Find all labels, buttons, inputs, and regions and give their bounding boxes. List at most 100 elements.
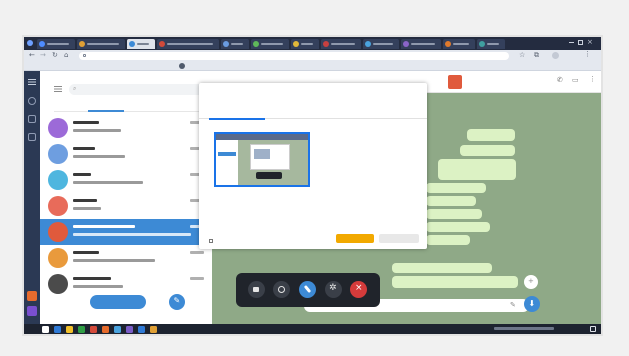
maximize-icon[interactable] [578, 40, 583, 45]
taskbar-app-icon[interactable] [126, 325, 133, 333]
chat-preview [73, 155, 125, 158]
message-bubble [438, 159, 516, 180]
folder-icon[interactable] [28, 115, 36, 123]
scroll-down-button[interactable]: + [524, 275, 538, 289]
voice-message-button[interactable]: ⬇ [524, 296, 540, 312]
folder-tabs [54, 100, 212, 112]
hamburger-menu-icon[interactable] [28, 79, 36, 81]
chat-list-item[interactable] [40, 193, 212, 219]
avatar [48, 144, 68, 164]
notifications-icon[interactable] [590, 326, 596, 332]
share-audio-checkbox[interactable] [209, 239, 213, 243]
archive-icon[interactable] [28, 133, 36, 141]
lock-icon [83, 54, 86, 57]
end-call-icon: × [355, 283, 363, 293]
settings-button[interactable]: ✲ [325, 281, 342, 298]
chat-time [190, 277, 204, 280]
browser-tab[interactable] [443, 39, 475, 49]
call-icon[interactable]: ✆ [557, 76, 563, 84]
sidebar-toggle-icon[interactable]: ▭ [572, 76, 579, 84]
attach-icon[interactable]: ✎ [510, 301, 516, 309]
tab-title [231, 43, 243, 45]
chat-list-item[interactable] [40, 219, 212, 245]
microphone-button[interactable] [299, 281, 316, 298]
message-bubble [426, 196, 476, 206]
browser-tab[interactable] [291, 39, 319, 49]
taskbar-app-icon[interactable] [54, 325, 61, 333]
camera-button[interactable] [248, 281, 265, 298]
forward-icon[interactable]: → [40, 51, 46, 59]
screen-preview-thumbnail[interactable] [214, 132, 310, 187]
chat-name [73, 147, 95, 150]
browser-tab[interactable] [221, 39, 249, 49]
chat-preview [73, 259, 155, 262]
tab-title [47, 43, 69, 45]
minimize-icon[interactable] [569, 42, 574, 43]
compose-button[interactable]: ✎ [169, 294, 185, 310]
taskbar-app-icon[interactable] [66, 325, 73, 333]
dialog-tab-underline [209, 118, 265, 120]
browser-tab[interactable] [251, 39, 289, 49]
recording-app-icon[interactable] [27, 291, 37, 301]
tab-favicon-icon [403, 41, 409, 47]
search-input[interactable]: ⌕ [69, 84, 209, 95]
browser-tab[interactable] [37, 39, 75, 49]
thumbnail-selected-chat [218, 152, 236, 156]
all-chats-icon[interactable] [28, 97, 36, 105]
download-icon: ⬇ [528, 298, 536, 308]
menu-icon[interactable]: ⋮ [584, 50, 591, 58]
taskbar-app-icon[interactable] [90, 325, 97, 333]
browser-profile-icon[interactable] [27, 40, 33, 46]
close-icon[interactable]: × [587, 38, 593, 46]
camera-icon [253, 287, 259, 292]
screen-share-button[interactable] [273, 281, 290, 298]
share-button[interactable] [336, 234, 374, 243]
message-bubble [392, 263, 492, 273]
avatar [48, 274, 68, 294]
new-message-button[interactable] [90, 295, 146, 309]
browser-tab[interactable] [401, 39, 441, 49]
browser-tab[interactable] [477, 39, 505, 49]
end-call-button[interactable]: × [350, 281, 367, 298]
avatar [48, 170, 68, 190]
browser-tab[interactable] [77, 39, 125, 49]
menu-icon[interactable] [54, 86, 62, 88]
start-button[interactable] [42, 325, 49, 333]
tab-favicon-icon [79, 41, 85, 47]
os-taskbar [24, 324, 601, 334]
extensions-icon[interactable]: ⧉ [534, 51, 539, 60]
bot-app-icon[interactable] [27, 306, 37, 316]
taskbar-app-icon[interactable] [138, 325, 145, 333]
more-icon[interactable]: ⋮ [589, 75, 596, 83]
chat-avatar[interactable] [448, 75, 462, 89]
message-bubble [426, 209, 482, 219]
browser-tab[interactable] [321, 39, 361, 49]
taskbar-app-icon[interactable] [78, 325, 85, 333]
back-icon[interactable]: ← [29, 51, 35, 59]
avatar [48, 248, 68, 268]
tab-favicon-icon [445, 41, 451, 47]
taskbar-app-icon[interactable] [114, 325, 121, 333]
search-icon: ⌕ [73, 85, 77, 92]
chat-list-item[interactable] [40, 115, 212, 141]
chat-name [73, 121, 99, 124]
address-bar[interactable] [79, 51, 509, 60]
chat-list-item[interactable] [40, 141, 212, 167]
bookmark-icon[interactable] [179, 63, 185, 69]
browser-tab[interactable] [363, 39, 399, 49]
profile-avatar[interactable] [552, 52, 559, 59]
thumbnail-callbar [256, 172, 282, 179]
reload-icon[interactable]: ↻ [52, 51, 58, 59]
home-icon[interactable]: ⌂ [64, 51, 68, 59]
bookmarks-bar [24, 61, 601, 71]
chat-list-item[interactable] [40, 245, 212, 271]
chat-list-item[interactable] [40, 271, 212, 297]
cancel-button[interactable] [379, 234, 419, 243]
star-icon[interactable]: ☆ [519, 51, 525, 59]
browser-tab[interactable] [127, 39, 155, 49]
chat-list-item[interactable] [40, 167, 212, 193]
taskbar-app-icon[interactable] [150, 325, 157, 333]
browser-tab[interactable] [157, 39, 219, 49]
taskbar-app-icon[interactable] [102, 325, 109, 333]
system-tray[interactable] [494, 327, 554, 330]
